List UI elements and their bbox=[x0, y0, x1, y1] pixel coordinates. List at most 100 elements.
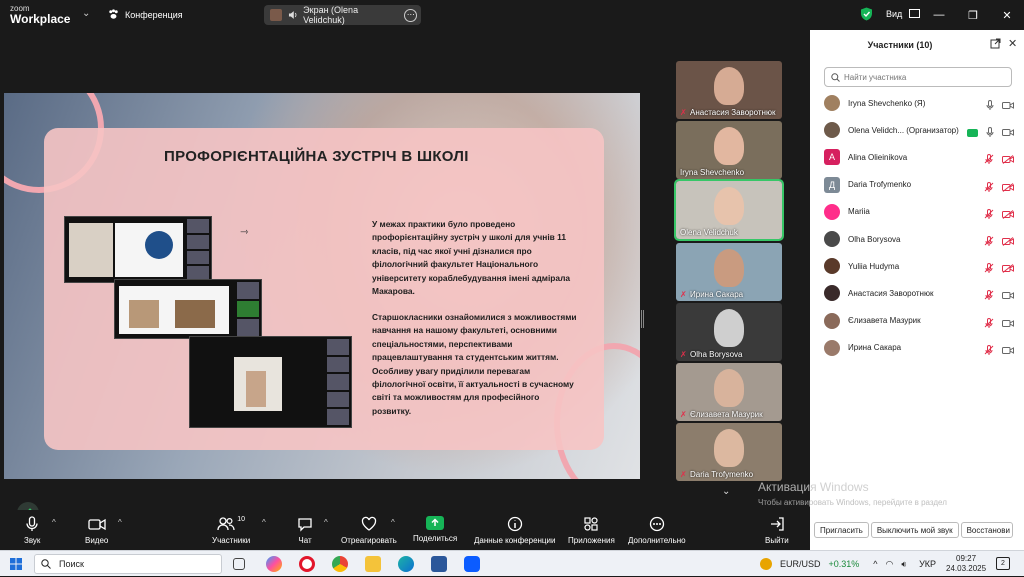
search-input[interactable] bbox=[844, 72, 1004, 82]
camera-icon[interactable] bbox=[1002, 124, 1014, 142]
participant-row[interactable]: A Alina Olieinikova bbox=[824, 147, 1020, 167]
close-icon[interactable]: ✕ bbox=[990, 9, 1024, 22]
chevron-down-icon[interactable]: ⌄ bbox=[82, 8, 90, 19]
microphone-icon[interactable] bbox=[986, 97, 994, 115]
camera-icon[interactable] bbox=[1002, 342, 1014, 360]
react-label: Отреагировать bbox=[341, 536, 397, 545]
chevron-up-icon[interactable]: ^ bbox=[391, 518, 395, 527]
ticker-label[interactable]: EUR/USD bbox=[780, 559, 821, 569]
participant-status bbox=[984, 287, 1014, 305]
mic-muted-icon[interactable] bbox=[984, 151, 994, 169]
microphone-icon[interactable] bbox=[986, 124, 994, 142]
zoom-icon[interactable] bbox=[464, 556, 480, 572]
chevron-up-icon[interactable]: ^ bbox=[118, 518, 122, 527]
participant-face bbox=[714, 309, 744, 347]
participant-row[interactable]: Анастасия Заворотнюк bbox=[824, 283, 1020, 303]
wifi-icon[interactable]: ◠ bbox=[886, 559, 894, 570]
opera-icon[interactable] bbox=[299, 556, 315, 572]
chevron-up-icon[interactable]: ^ bbox=[52, 518, 56, 527]
participant-row[interactable]: Д Daria Trofymenko bbox=[824, 175, 1020, 195]
conference-menu[interactable]: Конференция bbox=[108, 9, 183, 20]
camera-off-icon[interactable] bbox=[1002, 233, 1014, 251]
participant-video-tile[interactable]: ✗ Olha Borysova bbox=[676, 303, 782, 361]
chat-button[interactable]: Чат bbox=[297, 516, 313, 545]
audio-button[interactable]: Звук bbox=[24, 516, 40, 545]
participant-video-tile[interactable]: ✗ Єлизавета Мазурик bbox=[676, 363, 782, 421]
camera-off-icon[interactable] bbox=[1002, 179, 1014, 197]
participant-video-tile[interactable]: Olena Velidchuk bbox=[674, 179, 784, 241]
participant-row[interactable]: Mariia bbox=[824, 202, 1020, 222]
more-button[interactable]: Дополнительно bbox=[628, 516, 686, 545]
meeting-info-button[interactable]: Данные конференции bbox=[474, 516, 555, 545]
chevron-up-icon[interactable]: ^ bbox=[324, 518, 328, 527]
participants-button[interactable]: 10 Участники bbox=[212, 516, 250, 545]
language-indicator[interactable]: УКР bbox=[919, 559, 936, 569]
participant-row[interactable]: Iryna Shevchenko (Я) bbox=[824, 93, 1020, 113]
leave-label: Выйти bbox=[765, 536, 789, 545]
more-options-icon[interactable]: ⋯ bbox=[404, 8, 417, 22]
mic-muted-icon: ✗ bbox=[680, 290, 687, 299]
participant-name: Mariia bbox=[848, 207, 870, 217]
mic-muted-icon[interactable] bbox=[984, 233, 994, 251]
mic-muted-icon[interactable] bbox=[984, 287, 994, 305]
popout-icon[interactable] bbox=[990, 38, 1001, 49]
restore-button[interactable]: Восстанови bbox=[960, 522, 1013, 538]
mic-muted-icon[interactable] bbox=[984, 179, 994, 197]
apps-button[interactable]: Приложения bbox=[568, 516, 615, 545]
copilot-icon[interactable] bbox=[266, 556, 282, 572]
notifications-icon[interactable]: 2 bbox=[996, 557, 1010, 570]
participant-video-tile[interactable]: Iryna Shevchenko bbox=[676, 121, 782, 179]
mute-self-button[interactable]: Выключить мой звук bbox=[870, 522, 959, 538]
presentation-slide: ПРОФОРІЄНТАЦІЙНА ЗУСТРІЧ В ШКОЛІ ⇾ У меж… bbox=[4, 93, 640, 479]
share-button[interactable]: Поделиться bbox=[413, 516, 457, 543]
avatar bbox=[824, 122, 840, 139]
screen-share-indicator[interactable]: Экран (Olena Velidchuk) ⋯ bbox=[264, 5, 421, 25]
windows-start-icon[interactable] bbox=[10, 558, 22, 570]
participant-face bbox=[714, 67, 744, 105]
participant-row[interactable]: Olha Borysova bbox=[824, 229, 1020, 249]
chevron-up-icon[interactable]: ^ bbox=[873, 559, 877, 569]
chevron-down-icon[interactable]: ⌄ bbox=[722, 486, 730, 497]
participant-face bbox=[714, 369, 744, 407]
leave-icon bbox=[770, 517, 784, 531]
invite-button[interactable]: Пригласить bbox=[814, 522, 869, 538]
taskbar-search[interactable]: Поиск bbox=[34, 554, 222, 574]
camera-off-icon[interactable] bbox=[1002, 151, 1014, 169]
edge-icon[interactable] bbox=[398, 556, 414, 572]
shield-icon[interactable] bbox=[860, 7, 873, 21]
participant-video-tile[interactable]: ✗ Ирина Сакара bbox=[676, 243, 782, 301]
chevron-up-icon[interactable]: ^ bbox=[262, 518, 266, 527]
participant-video-tile[interactable]: ✗ Daria Trofymenko bbox=[676, 423, 782, 481]
participant-row[interactable]: Єлизавета Мазурик bbox=[824, 311, 1020, 331]
camera-icon[interactable] bbox=[1002, 315, 1014, 333]
volume-icon[interactable]: 🔉︎ bbox=[901, 559, 907, 570]
audio-label: Звук bbox=[24, 536, 41, 545]
participant-video-tile[interactable]: ✗ Анастасия Заворотнюк bbox=[676, 61, 782, 119]
maximize-icon[interactable]: ❐ bbox=[956, 9, 990, 22]
word-icon[interactable] bbox=[431, 556, 447, 572]
clock[interactable]: 09:27 24.03.2025 bbox=[946, 554, 986, 574]
camera-icon[interactable] bbox=[1002, 97, 1014, 115]
leave-button[interactable]: Выйти bbox=[765, 516, 789, 545]
participant-search[interactable] bbox=[824, 67, 1012, 87]
camera-off-icon[interactable] bbox=[1002, 260, 1014, 278]
participant-row[interactable]: Ирина Сакара bbox=[824, 338, 1020, 358]
participant-row[interactable]: Olena Velidch... (Организатор) bbox=[824, 120, 1020, 140]
resize-handle[interactable] bbox=[641, 310, 644, 328]
video-button[interactable]: Видео bbox=[85, 516, 108, 545]
close-icon[interactable]: ✕ bbox=[1008, 37, 1017, 50]
react-button[interactable]: Отреагировать bbox=[341, 516, 397, 545]
task-view-icon[interactable] bbox=[233, 558, 245, 570]
camera-off-icon[interactable] bbox=[1002, 206, 1014, 224]
view-menu[interactable]: Вид bbox=[886, 9, 920, 19]
file-explorer-icon[interactable] bbox=[365, 556, 381, 572]
mic-muted-icon[interactable] bbox=[984, 260, 994, 278]
microphone-icon bbox=[26, 516, 38, 531]
camera-icon[interactable] bbox=[1002, 287, 1014, 305]
participant-row[interactable]: Yuliia Hudyma bbox=[824, 256, 1020, 276]
minimize-icon[interactable]: — bbox=[922, 9, 956, 21]
chrome-icon[interactable] bbox=[332, 556, 348, 572]
mic-muted-icon[interactable] bbox=[984, 206, 994, 224]
mic-muted-icon[interactable] bbox=[984, 342, 994, 360]
mic-muted-icon[interactable] bbox=[984, 315, 994, 333]
